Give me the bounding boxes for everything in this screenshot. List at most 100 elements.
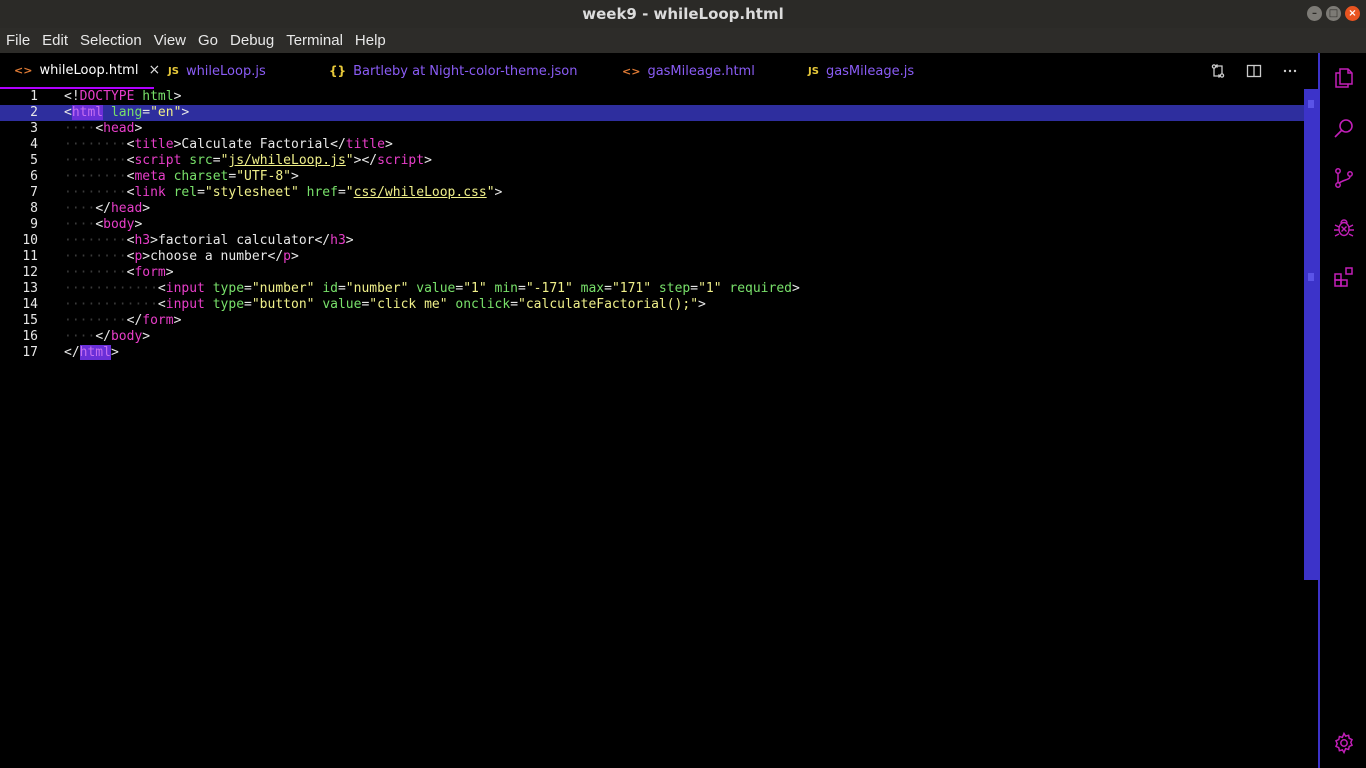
- code-line[interactable]: 1 <!DOCTYPE html>: [0, 89, 1304, 105]
- line-code: ········<p>choose a number</p>: [64, 249, 299, 265]
- menu-go[interactable]: Go: [192, 32, 224, 49]
- window-title: week9 - whileLoop.html: [582, 5, 784, 23]
- code-token: =: [510, 297, 519, 312]
- code-token: =: [518, 281, 526, 296]
- code-line[interactable]: 9 ····<body>: [0, 217, 1304, 233]
- code-token: lang: [110, 105, 143, 120]
- code-token: html: [142, 89, 174, 104]
- code-line[interactable]: 17 </html>: [0, 345, 1304, 361]
- search-icon[interactable]: [1332, 117, 1356, 141]
- code-token: >: [345, 233, 354, 248]
- vertical-scrollbar-thumb[interactable]: [1304, 89, 1318, 580]
- code-line[interactable]: 16 ····</body>: [0, 329, 1304, 345]
- menu-view[interactable]: View: [148, 32, 192, 49]
- code-line[interactable]: 7 ········<link rel="stylesheet" href="cs…: [0, 185, 1304, 201]
- code-line[interactable]: 15 ········</form>: [0, 313, 1304, 329]
- split-editor-icon[interactable]: [1246, 63, 1262, 79]
- code-token: input: [165, 281, 205, 296]
- code-token: >: [150, 233, 158, 248]
- indent-guide: ········: [64, 249, 127, 264]
- code-token: >: [142, 249, 151, 264]
- code-token: </: [126, 313, 143, 328]
- code-token: "stylesheet": [204, 185, 299, 200]
- code-token: meta: [134, 169, 166, 184]
- code-token: "1": [698, 281, 722, 296]
- code-token: DOCTYPE: [79, 89, 135, 104]
- line-code: <!DOCTYPE html>: [64, 89, 181, 105]
- code-token: type: [212, 297, 245, 312]
- line-code: ····<body>: [64, 217, 142, 233]
- code-token: title: [345, 137, 385, 152]
- tab-whileloop-js[interactable]: JS whileLoop.js: [154, 53, 315, 89]
- indent-guide: ····: [64, 217, 96, 232]
- explorer-icon[interactable]: [1332, 66, 1356, 90]
- code-line[interactable]: 2 <html lang="en">: [0, 105, 1304, 121]
- line-number: 2: [30, 105, 38, 120]
- line-number: 16: [22, 329, 38, 344]
- tab-label: gasMileage.js: [825, 63, 915, 79]
- code-token: charset: [173, 169, 229, 184]
- code-line[interactable]: 5 ········<script src="js/whileLoop.js"><…: [0, 153, 1304, 169]
- code-token: head: [110, 201, 143, 216]
- line-number: 17: [22, 345, 38, 360]
- code-line[interactable]: 4 ········<title>Calculate Factorial</tit…: [0, 137, 1304, 153]
- line-code: ········<title>Calculate Factorial</titl…: [64, 137, 393, 153]
- tab-color-theme-json[interactable]: {} Bartleby at Night-color-theme.json: [315, 53, 608, 89]
- indent-guide: ············: [64, 281, 158, 296]
- open-changes-icon[interactable]: [1210, 63, 1226, 79]
- line-number: 14: [22, 297, 38, 312]
- source-control-icon[interactable]: [1332, 166, 1356, 190]
- close-window-icon[interactable]: ×: [1345, 6, 1360, 21]
- line-number: 5: [30, 153, 38, 168]
- extensions-icon[interactable]: [1332, 265, 1356, 289]
- line-code: ············<input type="button" value="…: [64, 297, 706, 313]
- code-line[interactable]: 14 ············<input type="button" value…: [0, 297, 1304, 313]
- indent-guide: ········: [64, 153, 127, 168]
- code-token: css/whileLoop.css: [353, 185, 487, 200]
- code-line[interactable]: 13 ············<input type="number" id="n…: [0, 281, 1304, 297]
- tab-gasmileage-html[interactable]: <> gasMileage.html: [608, 53, 794, 89]
- debug-icon[interactable]: [1332, 216, 1356, 240]
- menu-selection[interactable]: Selection: [74, 32, 148, 49]
- code-line[interactable]: 12 ········<form>: [0, 265, 1304, 281]
- tab-label: gasMileage.html: [647, 63, 755, 79]
- minimize-icon[interactable]: –: [1307, 6, 1322, 21]
- code-line[interactable]: 3 ····<head>: [0, 121, 1304, 137]
- code-line[interactable]: 11 ········<p>choose a number</p>: [0, 249, 1304, 265]
- menu-debug[interactable]: Debug: [224, 32, 280, 49]
- settings-gear-icon[interactable]: [1332, 731, 1356, 755]
- line-number: 10: [22, 233, 38, 248]
- line-number: 8: [30, 201, 38, 216]
- menu-file[interactable]: File: [0, 32, 36, 49]
- code-token: >: [291, 249, 299, 264]
- menu-edit[interactable]: Edit: [36, 32, 74, 49]
- code-line[interactable]: 10 ········<h3>factorial calculator</h3>: [0, 233, 1304, 249]
- code-token: step: [658, 281, 691, 296]
- code-token: =: [142, 105, 151, 120]
- menu-terminal[interactable]: Terminal: [280, 32, 349, 49]
- code-token: =: [244, 297, 252, 312]
- code-token: >: [181, 105, 190, 120]
- title-bar: week9 - whileLoop.html – □ ×: [0, 0, 1366, 28]
- code-line[interactable]: 8 ····</head>: [0, 201, 1304, 217]
- menu-help[interactable]: Help: [349, 32, 392, 49]
- code-token: id: [322, 281, 338, 296]
- line-code: ········</form>: [64, 313, 181, 329]
- tab-gasmileage-js[interactable]: JS gasMileage.js: [794, 53, 952, 89]
- code-token: </: [267, 249, 284, 264]
- html-file-icon: <>: [622, 64, 641, 78]
- maximize-icon[interactable]: □: [1326, 6, 1341, 21]
- code-line[interactable]: 6 ········<meta charset="UTF-8">: [0, 169, 1304, 185]
- code-editor[interactable]: 1 <!DOCTYPE html> 2 <html lang="en"> 3 ····<h…: [0, 89, 1304, 768]
- tab-whileloop-html[interactable]: <> whileLoop.html ×: [0, 53, 160, 89]
- more-actions-icon[interactable]: [1282, 63, 1298, 79]
- code-token: form: [134, 265, 166, 280]
- code-token: h3: [330, 233, 346, 248]
- line-code: ········<meta charset="UTF-8">: [64, 169, 299, 185]
- code-token: "171": [611, 281, 652, 296]
- code-token: required: [729, 281, 792, 296]
- code-token: min: [494, 281, 519, 296]
